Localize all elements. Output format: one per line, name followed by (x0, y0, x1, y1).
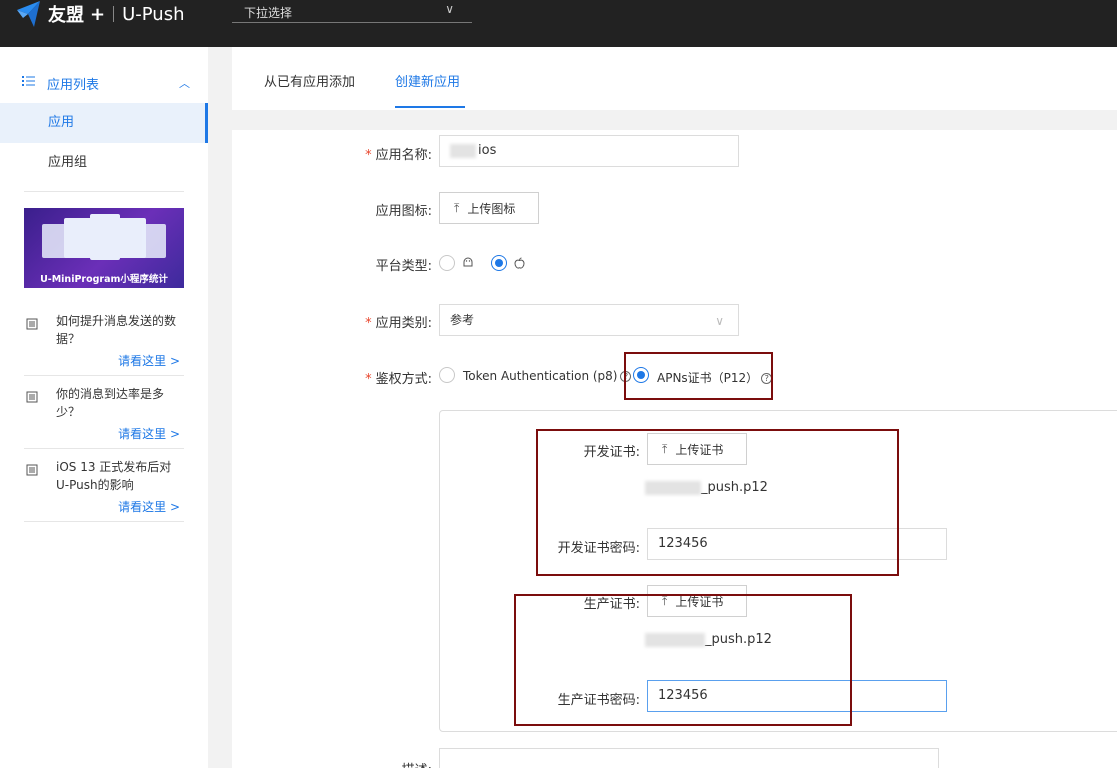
platform-android-radio[interactable] (439, 255, 455, 271)
app-icon-label: 应用图标: (375, 204, 432, 219)
category-select[interactable]: 参考 ∨ (439, 304, 739, 336)
sidebar-item-apps[interactable]: 应用 (0, 103, 208, 143)
category-label: * 应用类别: (365, 316, 432, 331)
sidebar-section-app-list[interactable]: 应用列表 ︿ (0, 65, 208, 101)
brand-divider (113, 6, 115, 22)
apple-icon (514, 257, 525, 272)
android-icon (462, 257, 474, 272)
tab-add-existing-app[interactable]: 从已有应用添加 (264, 71, 355, 90)
tab-bar: 从已有应用添加 创建新应用 (232, 47, 1117, 110)
sidebar-section-title: 应用列表 (47, 77, 100, 93)
auth-method-label: * 鉴权方式: (365, 372, 432, 387)
faq-item[interactable]: 如何提升消息发送的数据？ 请看这里 > (24, 304, 184, 376)
platform-label: 平台类型: (375, 259, 432, 274)
faq-link[interactable]: 请看这里 > (118, 498, 180, 515)
highlight-box-prod-cert (514, 594, 852, 726)
faq-link[interactable]: 请看这里 > (118, 352, 180, 369)
document-icon (26, 464, 38, 476)
top-bar: 友盟 + U-Push 下拉选择 ∨ (0, 0, 1117, 47)
highlight-box-dev-cert (536, 429, 899, 576)
chevron-down-icon: ∨ (715, 314, 724, 328)
highlight-box-auth (624, 352, 773, 400)
faq-question: 如何提升消息发送的数据？ (56, 314, 177, 346)
miniprogram-promo-banner[interactable]: U-MiniProgram小程序统计 (24, 208, 184, 288)
faq-question: 你的消息到达率是多少？ (56, 387, 165, 419)
app-select-placeholder: 下拉选择 (244, 6, 293, 20)
faq-link[interactable]: 请看这里 > (118, 425, 180, 442)
active-tab-indicator (395, 106, 465, 108)
app-name-input[interactable]: ios (439, 135, 739, 167)
sidebar-item-app-groups[interactable]: 应用组 (0, 143, 208, 183)
upload-icon: ⤒ (454, 200, 460, 215)
platform-ios-radio[interactable] (491, 255, 507, 271)
faq-item[interactable]: iOS 13 正式发布后对U-Push的影响 请看这里 > (24, 450, 184, 522)
redacted-text (450, 143, 476, 158)
document-icon (26, 391, 38, 403)
brand-plus: + (90, 3, 106, 25)
banner-caption: U-MiniProgram小程序统计 (40, 274, 168, 285)
chevron-up-icon[interactable]: ︿ (179, 75, 190, 91)
auth-token-option[interactable]: Token Authentication (p8)? (463, 369, 632, 383)
umeng-logo-icon (14, 0, 42, 28)
app-select-dropdown[interactable]: 下拉选择 ∨ (232, 0, 472, 23)
brand-logo[interactable]: 友盟 + U-Push (14, 0, 185, 28)
tab-create-new-app[interactable]: 创建新应用 (395, 71, 460, 90)
list-icon (22, 75, 35, 91)
app-name-label: * 应用名称: (365, 148, 432, 163)
document-icon (26, 318, 38, 330)
faq-item[interactable]: 你的消息到达率是多少？ 请看这里 > (24, 377, 184, 449)
description-label: 描述: (350, 759, 432, 768)
sidebar: 应用列表 ︿ 应用 应用组 U-MiniProgram小程序统计 如何提升消息发… (0, 47, 208, 768)
auth-token-radio[interactable] (439, 367, 455, 383)
category-value: 参考 (450, 313, 475, 327)
description-textarea[interactable] (439, 748, 939, 768)
product-name: U-Push (122, 3, 185, 25)
chevron-down-icon: ∨ (445, 2, 454, 16)
faq-question: iOS 13 正式发布后对U-Push的影响 (56, 460, 172, 492)
upload-icon-button[interactable]: ⤒ 上传图标 (439, 192, 539, 224)
banner-illustration (42, 214, 166, 266)
sidebar-divider (24, 191, 184, 192)
brand-name: 友盟 (48, 5, 84, 26)
